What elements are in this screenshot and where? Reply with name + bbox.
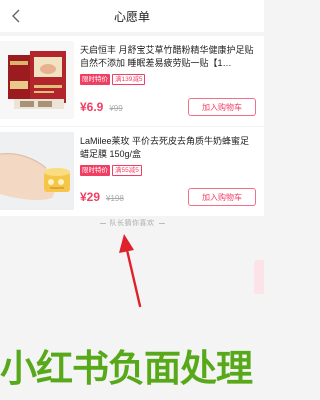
list-item[interactable]: 天启恒丰 月舒宝艾草竹醋粉精华健康护足贴 自然不添加 睡眠差易疲劳贴一贴【1… … bbox=[0, 36, 264, 126]
product-image[interactable] bbox=[0, 132, 74, 210]
discount-tag: 满55减5 bbox=[112, 165, 142, 176]
special-tag: 限时特价 bbox=[80, 74, 110, 85]
back-icon[interactable] bbox=[8, 6, 24, 26]
add-to-cart-button[interactable]: 加入购物车 bbox=[188, 98, 256, 116]
divider-line bbox=[158, 222, 165, 224]
divider-line bbox=[99, 222, 106, 224]
price: ¥6.9 bbox=[80, 100, 104, 114]
product-title[interactable]: 天启恒丰 月舒宝艾草竹醋粉精华健康护足贴 自然不添加 睡眠差易疲劳贴一贴【1… bbox=[80, 44, 258, 70]
original-price: ¥99 bbox=[109, 104, 123, 113]
recommend-label: 队长猜你喜欢 bbox=[109, 220, 155, 227]
special-tag: 限时特价 bbox=[80, 165, 110, 176]
page-title: 心愿单 bbox=[113, 9, 150, 24]
price: ¥29 bbox=[80, 190, 101, 204]
floating-tab[interactable] bbox=[254, 260, 264, 294]
list-item[interactable]: LaMilee莱玫 平价去死皮去角质牛奶蜂蜜足蜡足膜 150g/盒 限时特价 满… bbox=[0, 126, 264, 216]
add-to-cart-button[interactable]: 加入购物车 bbox=[188, 188, 256, 206]
product-image[interactable] bbox=[0, 41, 74, 119]
watermark-text: 小红书负面处理 bbox=[0, 347, 253, 390]
recommend-divider: 队长猜你喜欢 bbox=[0, 218, 264, 228]
nav-bar: 心愿单 bbox=[0, 0, 264, 32]
wishlist: 天启恒丰 月舒宝艾草竹醋粉精华健康护足贴 自然不添加 睡眠差易疲劳贴一贴【1… … bbox=[0, 36, 264, 216]
original-price: ¥198 bbox=[106, 194, 124, 203]
discount-tag: 满139减5 bbox=[112, 74, 146, 85]
product-title[interactable]: LaMilee莱玫 平价去死皮去角质牛奶蜂蜜足蜡足膜 150g/盒 bbox=[80, 135, 258, 161]
